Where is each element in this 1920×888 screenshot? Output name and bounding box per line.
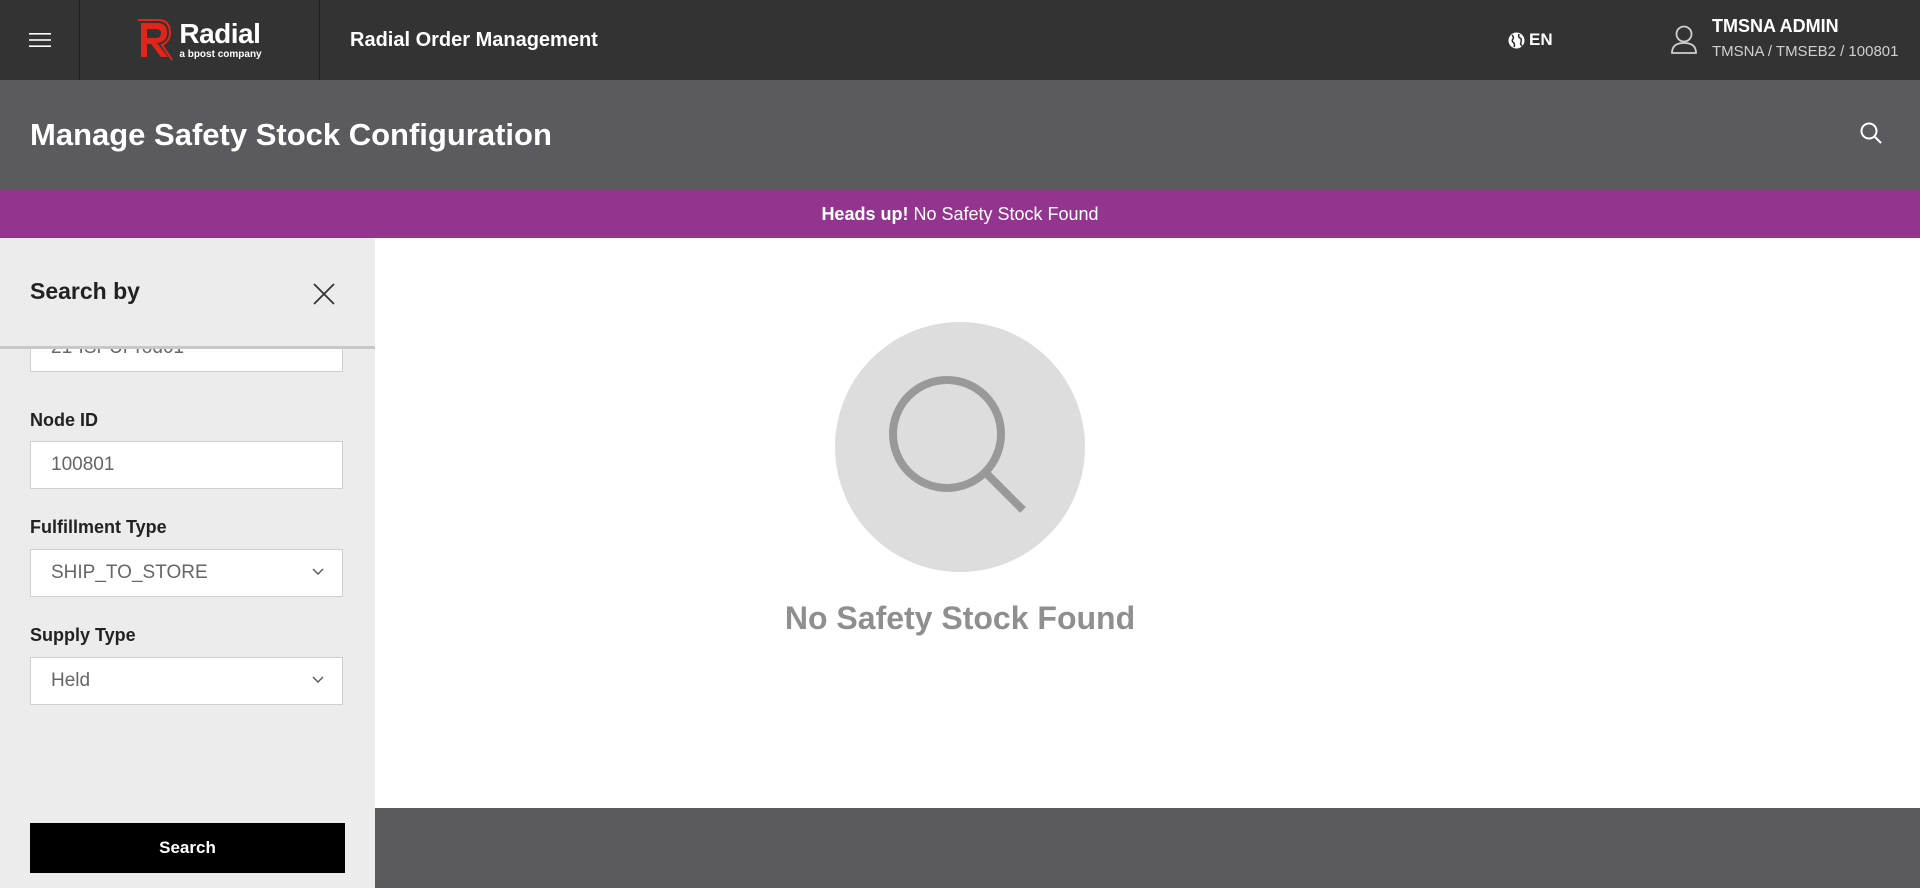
node-id-input[interactable]: 100801 <box>30 441 343 489</box>
page-header: Manage Safety Stock Configuration <box>0 80 1920 190</box>
user-menu[interactable] <box>1670 24 1698 59</box>
alert-strong-text: Heads up! <box>821 203 909 224</box>
fulfillment-type-value: SHIP_TO_STORE <box>51 562 208 583</box>
globe-icon <box>1508 32 1525 48</box>
node-id-label: Node ID <box>30 410 99 430</box>
search-icon <box>1860 122 1882 144</box>
page-title: Manage Safety Stock Configuration <box>30 117 552 152</box>
chevron-down-icon <box>312 568 324 575</box>
empty-state-illustration <box>835 322 1085 572</box>
user-icon <box>1671 25 1697 54</box>
empty-state-message: No Safety Stock Found <box>784 600 1136 636</box>
user-organization: TMSNA / TMSEB2 / 100801 <box>1712 43 1899 60</box>
alert-banner: Heads up! No Safety Stock Found <box>0 190 1920 238</box>
app-title: Radial Order Management <box>350 29 598 51</box>
supply-type-value: Held <box>51 670 91 691</box>
logo-area[interactable]: Radial a bpost company <box>80 0 320 80</box>
radial-logo: Radial a bpost company <box>137 18 262 61</box>
node-id-value: 100801 <box>51 454 115 475</box>
menu-button[interactable] <box>0 0 80 80</box>
fulfillment-type-select[interactable]: SHIP_TO_STORE <box>30 549 343 597</box>
language-label: EN <box>1529 30 1553 49</box>
logo-name: Radial <box>179 18 261 49</box>
results-area: No Safety Stock Found <box>375 238 1920 808</box>
user-info[interactable]: TMSNA ADMIN TMSNA / TMSEB2 / 100801 <box>1712 16 1898 60</box>
top-navigation-bar: Radial a bpost company Radial Order Mana… <box>0 0 1920 80</box>
fulfillment-type-label: Fulfillment Type <box>30 517 167 537</box>
user-name: TMSNA ADMIN <box>1712 16 1839 36</box>
supply-type-select[interactable]: Held <box>30 657 343 705</box>
search-icon <box>889 376 1026 513</box>
alert-message: No Safety Stock Found <box>913 203 1099 224</box>
supply-type-label: Supply Type <box>30 625 136 645</box>
sidebar-title: Search by <box>30 278 140 304</box>
close-sidebar-button[interactable] <box>312 282 336 311</box>
radial-logo-icon <box>138 19 174 61</box>
header-search-button[interactable] <box>1859 121 1883 150</box>
sidebar-header: Search by <box>0 238 375 349</box>
search-button[interactable]: Search <box>30 823 345 873</box>
chevron-down-icon <box>312 676 324 683</box>
logo-tagline: a bpost company <box>179 49 262 60</box>
close-icon <box>313 283 335 305</box>
language-selector[interactable]: EN <box>1508 0 1553 80</box>
search-sidebar: Search by 21-ISPUProd01 Node ID 100801 F… <box>0 238 375 888</box>
footer-bar <box>375 808 1920 888</box>
hamburger-icon <box>28 33 51 47</box>
